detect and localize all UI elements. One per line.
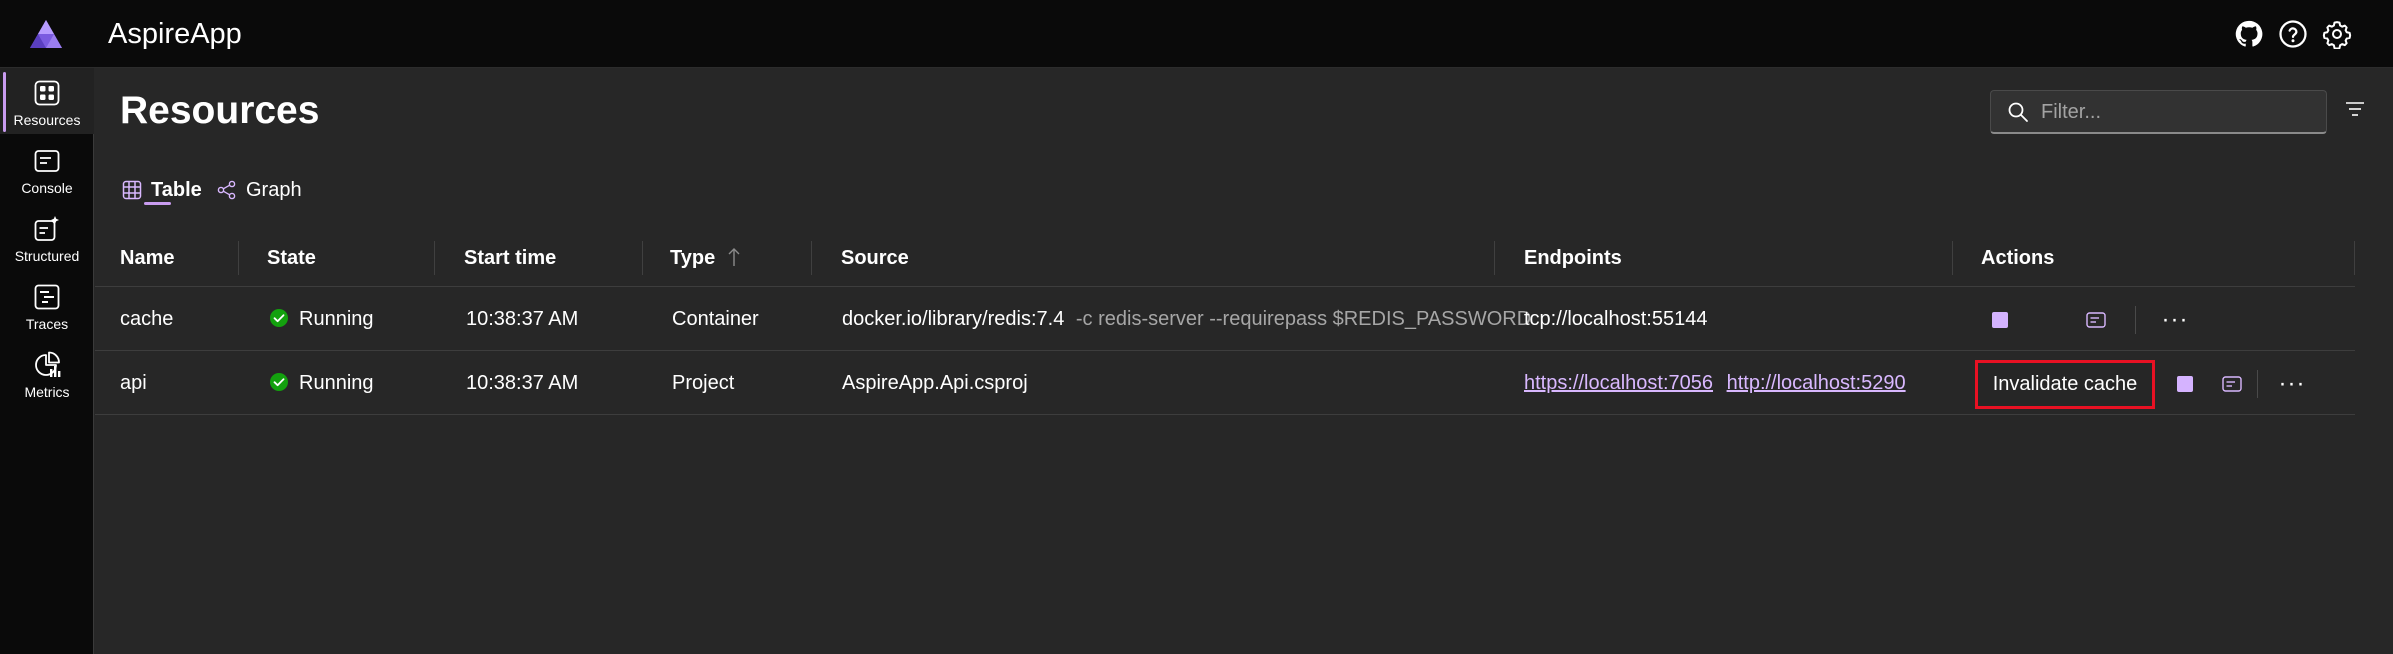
resource-endpoints: https://localhost:7056 http://localhost:… — [1524, 352, 1906, 415]
tab-label: Table — [151, 178, 202, 201]
aspire-logo-icon[interactable] — [28, 18, 64, 50]
search-icon — [2008, 102, 2028, 122]
stop-button[interactable] — [1983, 288, 2017, 351]
nav-label: Metrics — [24, 384, 70, 400]
running-status-icon — [270, 373, 288, 392]
tab-label: Graph — [246, 178, 302, 201]
column-header-start-time[interactable]: Start time — [464, 229, 556, 287]
column-resize-handle[interactable] — [1494, 241, 1495, 275]
console-icon — [34, 150, 60, 172]
action-divider — [2135, 306, 2136, 334]
traces-icon — [34, 284, 60, 310]
filter-lines-icon[interactable] — [2345, 101, 2365, 117]
nav-item-resources[interactable]: Resources — [0, 68, 94, 134]
table-header: Name State Start time Type Source Endpoi… — [95, 229, 2355, 287]
resource-state: Running — [269, 352, 374, 415]
source-image: docker.io/library/redis:7.4 — [842, 308, 1065, 330]
column-resize-handle[interactable] — [642, 241, 643, 275]
resource-name[interactable]: api — [120, 352, 147, 415]
sort-ascending-icon — [728, 247, 740, 266]
table-row[interactable]: cache Running 10:38:37 AM Container dock… — [95, 288, 2355, 351]
filter-box[interactable] — [1990, 90, 2327, 134]
resource-type: Container — [672, 308, 759, 330]
column-header-type-label: Type — [670, 247, 716, 269]
table-icon — [122, 180, 142, 200]
nav-item-traces[interactable]: Traces — [0, 272, 94, 338]
column-header-type[interactable]: Type — [670, 229, 741, 287]
nav-item-metrics[interactable]: Metrics — [0, 340, 94, 406]
more-icon: ··· — [2278, 369, 2306, 397]
stop-icon — [1992, 311, 2008, 328]
column-header-actions: Actions — [1981, 247, 2055, 269]
start-time: 10:38:37 AM — [466, 372, 579, 394]
column-header-endpoints[interactable]: Endpoints — [1524, 229, 1622, 287]
active-tab-indicator — [144, 202, 171, 205]
more-actions-button[interactable]: ··· — [2155, 288, 2195, 351]
endpoint-link-http[interactable]: http://localhost:5290 — [1727, 372, 1906, 394]
column-header-state[interactable]: State — [267, 229, 316, 287]
running-status-icon — [270, 309, 288, 328]
console-logs-button[interactable] — [2079, 288, 2113, 351]
resource-source: docker.io/library/redis:7.4 -c redis-ser… — [842, 288, 1531, 351]
column-header-name[interactable]: Name — [120, 229, 174, 287]
state-label: Running — [299, 308, 374, 330]
console-logs-button[interactable] — [2215, 352, 2249, 415]
metrics-icon — [35, 351, 61, 377]
column-resize-handle[interactable] — [434, 241, 435, 275]
resource-state: Running — [269, 288, 374, 351]
top-bar: AspireApp — [0, 0, 2393, 68]
nav-label: Console — [21, 180, 73, 196]
more-actions-button[interactable]: ··· — [2272, 352, 2312, 415]
settings-icon[interactable] — [2320, 17, 2354, 51]
start-time: 10:38:37 AM — [466, 308, 579, 330]
nav-label: Structured — [14, 248, 80, 264]
console-logs-icon — [2222, 375, 2242, 392]
more-icon: ··· — [2161, 305, 2189, 333]
endpoint-link-https[interactable]: https://localhost:7056 — [1524, 372, 1713, 394]
app-title[interactable]: AspireApp — [108, 18, 242, 51]
state-label: Running — [299, 372, 374, 394]
side-nav: Resources Console Structured Traces Metr… — [0, 68, 94, 654]
column-resize-handle[interactable] — [2354, 241, 2355, 275]
github-icon[interactable] — [2232, 17, 2266, 51]
main-content: Resources Table Graph — [95, 69, 2393, 654]
help-icon[interactable] — [2276, 17, 2310, 51]
resources-icon — [34, 80, 60, 106]
structured-icon — [34, 216, 59, 241]
column-header-source[interactable]: Source — [841, 229, 909, 287]
nav-label: Traces — [25, 316, 69, 332]
console-logs-icon — [2086, 311, 2106, 328]
graph-icon — [217, 180, 236, 200]
resource-name[interactable]: cache — [120, 288, 173, 351]
endpoint-text: tcp://localhost:55144 — [1524, 308, 1708, 330]
tab-graph[interactable]: Graph — [217, 173, 302, 207]
resource-type: Project — [672, 372, 735, 394]
column-resize-handle[interactable] — [1952, 241, 1953, 275]
stop-icon — [2177, 375, 2193, 392]
source-args: -c redis-server --requirepass $REDIS_PAS… — [1075, 308, 1532, 330]
table-row[interactable]: api Running 10:38:37 AM Project AspireAp… — [95, 352, 2355, 415]
nav-label: Resources — [13, 112, 81, 128]
page-title: Resources — [120, 89, 320, 132]
nav-item-console[interactable]: Console — [0, 136, 94, 202]
column-resize-handle[interactable] — [811, 241, 812, 275]
filter-input[interactable] — [2041, 97, 2311, 127]
nav-item-structured[interactable]: Structured — [0, 204, 94, 270]
column-resize-handle[interactable] — [238, 241, 239, 275]
action-divider — [2257, 370, 2258, 398]
resource-source: AspireApp.Api.csproj — [842, 372, 1028, 394]
stop-button[interactable] — [2168, 352, 2202, 415]
invalidate-cache-button[interactable]: Invalidate cache — [1975, 360, 2155, 409]
